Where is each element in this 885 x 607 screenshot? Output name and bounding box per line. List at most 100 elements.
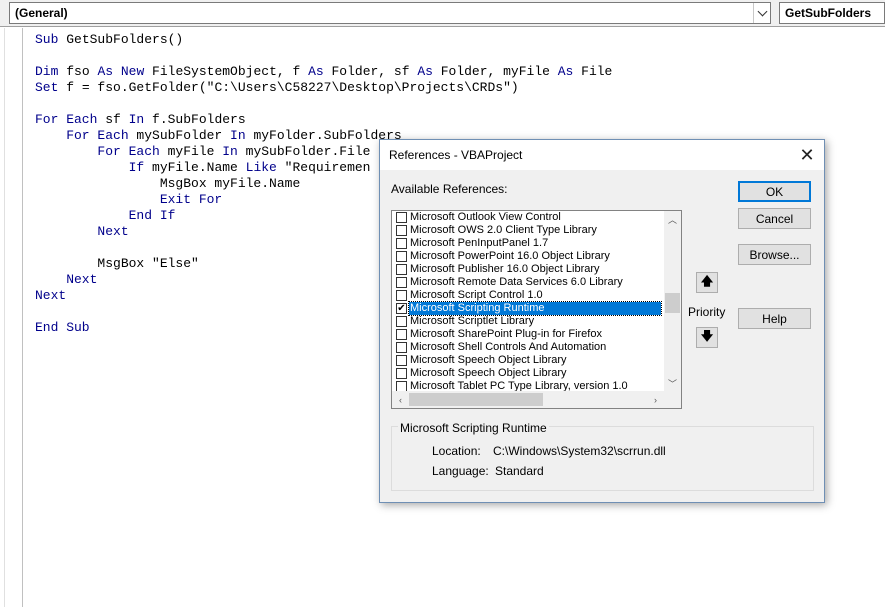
code-keyword: In bbox=[230, 128, 254, 143]
code-line[interactable]: Sub GetSubFolders() bbox=[35, 32, 612, 48]
priority-up-button[interactable]: 🡅 bbox=[696, 272, 718, 293]
reference-list-item[interactable]: Microsoft Publisher 16.0 Object Library bbox=[392, 263, 664, 276]
reference-checkbox[interactable] bbox=[396, 212, 407, 223]
reference-label: Microsoft PenInputPanel 1.7 bbox=[410, 237, 549, 249]
code-keyword: Exit For bbox=[35, 192, 223, 207]
cancel-button[interactable]: Cancel bbox=[738, 208, 811, 229]
code-line[interactable] bbox=[35, 96, 612, 112]
reference-list-item[interactable]: Microsoft SharePoint Plug-in for Firefox bbox=[392, 328, 664, 341]
close-icon[interactable]: ✕ bbox=[796, 144, 818, 166]
code-line[interactable]: Set f = fso.GetFolder("C:\Users\C58227\D… bbox=[35, 80, 612, 96]
reference-label: Microsoft Scriptlet Library bbox=[410, 315, 535, 327]
scroll-right-icon[interactable]: › bbox=[647, 391, 664, 408]
code-keyword: For Each bbox=[35, 112, 106, 127]
code-text: f.SubFolders bbox=[152, 112, 246, 127]
code-keyword: As bbox=[557, 64, 582, 79]
reference-label: Microsoft Shell Controls And Automation bbox=[410, 341, 607, 353]
code-text: myFile bbox=[167, 144, 223, 159]
code-text: Folder, sf bbox=[331, 64, 418, 79]
code-text: sf bbox=[105, 112, 129, 127]
reference-label: Microsoft PowerPoint 16.0 Object Library bbox=[410, 250, 610, 262]
reference-list-item[interactable]: Microsoft Script Control 1.0 bbox=[392, 289, 664, 302]
reference-checkbox[interactable] bbox=[396, 290, 407, 301]
reference-checkbox[interactable] bbox=[396, 264, 407, 275]
code-keyword: Dim bbox=[35, 64, 67, 79]
references-dialog: References - VBAProject ✕ Available Refe… bbox=[379, 139, 825, 503]
vertical-scroll-thumb[interactable] bbox=[665, 293, 680, 313]
code-line[interactable]: Dim fso As New FileSystemObject, f As Fo… bbox=[35, 64, 612, 80]
code-keyword: Next bbox=[35, 272, 98, 287]
references-list: Microsoft Outlook View Control Microsoft … bbox=[392, 211, 664, 392]
code-line[interactable]: For Each sf In f.SubFolders bbox=[35, 112, 612, 128]
reference-list-item[interactable]: Microsoft Shell Controls And Automation bbox=[392, 341, 664, 354]
code-text: mySubFolder bbox=[136, 128, 231, 143]
scroll-up-icon[interactable]: ︿ bbox=[664, 211, 681, 228]
object-combo[interactable]: (General) bbox=[9, 2, 771, 24]
code-keyword: End If bbox=[35, 208, 176, 223]
code-text: GetSubFolders() bbox=[66, 32, 184, 47]
reference-checkbox[interactable] bbox=[396, 277, 407, 288]
reference-list-item[interactable]: Microsoft Speech Object Library bbox=[392, 367, 664, 380]
reference-checkbox[interactable] bbox=[396, 342, 407, 353]
reference-checkbox[interactable] bbox=[396, 316, 407, 327]
reference-checkbox[interactable] bbox=[396, 355, 407, 366]
code-keyword: As bbox=[308, 64, 332, 79]
reference-checkbox[interactable] bbox=[396, 238, 407, 249]
reference-list-item[interactable]: Microsoft Remote Data Services 6.0 Libra… bbox=[392, 276, 664, 289]
ok-button[interactable]: OK bbox=[738, 181, 811, 202]
procedure-combo[interactable]: GetSubFolders bbox=[779, 2, 885, 24]
reference-list-item[interactable]: Microsoft Speech Object Library bbox=[392, 354, 664, 367]
reference-list-item[interactable]: Microsoft Outlook View Control bbox=[392, 211, 664, 224]
reference-checkbox[interactable] bbox=[396, 329, 407, 340]
scroll-left-icon[interactable]: ‹ bbox=[392, 391, 409, 408]
code-keyword: For Each bbox=[35, 144, 168, 159]
location-value: C:\Windows\System32\scrrun.dll bbox=[493, 444, 666, 458]
reference-checkbox[interactable] bbox=[396, 225, 407, 236]
browse-button[interactable]: Browse... bbox=[738, 244, 811, 265]
vertical-scrollbar[interactable]: ︿ ﹀ bbox=[664, 211, 681, 392]
reference-label: Microsoft Speech Object Library bbox=[410, 354, 567, 366]
priority-label: Priority bbox=[688, 305, 726, 319]
code-window-toolbar: (General) GetSubFolders bbox=[0, 0, 885, 27]
code-keyword: Sub bbox=[35, 32, 67, 47]
horizontal-scroll-thumb[interactable] bbox=[409, 393, 543, 406]
code-text: "Requiremen bbox=[284, 160, 371, 175]
gutter-divider bbox=[4, 28, 5, 607]
code-line[interactable] bbox=[35, 48, 612, 64]
code-text: fso bbox=[66, 64, 98, 79]
code-keyword: End Sub bbox=[35, 320, 90, 335]
dialog-titlebar: References - VBAProject ✕ bbox=[380, 140, 824, 170]
code-keyword: For Each bbox=[35, 128, 137, 143]
dialog-title: References - VBAProject bbox=[389, 148, 523, 162]
code-text: mySubFolder.File bbox=[245, 144, 371, 159]
scroll-down-icon[interactable]: ﹀ bbox=[664, 375, 681, 392]
reference-label: Microsoft Speech Object Library bbox=[410, 367, 567, 379]
code-keyword: Next bbox=[35, 224, 129, 239]
reference-checkbox[interactable] bbox=[396, 251, 407, 262]
code-text: MsgBox "Else" bbox=[35, 256, 199, 271]
reference-checkbox[interactable]: ✔ bbox=[396, 303, 407, 314]
reference-details-group bbox=[391, 426, 814, 491]
reference-list-item[interactable]: Microsoft OWS 2.0 Client Type Library bbox=[392, 224, 664, 237]
reference-list-item[interactable]: Microsoft PenInputPanel 1.7 bbox=[392, 237, 664, 250]
language-value: Standard bbox=[495, 464, 544, 478]
reference-label: Microsoft OWS 2.0 Client Type Library bbox=[410, 224, 597, 236]
reference-list-item[interactable]: Microsoft Scriptlet Library bbox=[392, 315, 664, 328]
reference-list-item[interactable]: Microsoft PowerPoint 16.0 Object Library bbox=[392, 250, 664, 263]
code-text: MsgBox myFile.Name bbox=[35, 176, 301, 191]
code-keyword: As New bbox=[97, 64, 153, 79]
reference-label: Microsoft Publisher 16.0 Object Library bbox=[410, 263, 600, 275]
references-listbox[interactable]: Microsoft Outlook View Control Microsoft … bbox=[391, 210, 682, 409]
code-text: Folder, myFile bbox=[440, 64, 558, 79]
help-button[interactable]: Help bbox=[738, 308, 811, 329]
reference-list-item[interactable]: ✔ Microsoft Scripting Runtime bbox=[392, 301, 664, 316]
chevron-down-icon[interactable] bbox=[753, 3, 770, 23]
checkmark-icon: ✔ bbox=[397, 303, 406, 314]
reference-label: Microsoft Scripting Runtime bbox=[408, 301, 662, 316]
horizontal-scrollbar[interactable]: ‹ › bbox=[392, 391, 681, 408]
arrow-down-icon: 🡇 bbox=[700, 329, 714, 343]
reference-checkbox[interactable] bbox=[396, 368, 407, 379]
procedure-combo-value: GetSubFolders bbox=[785, 6, 872, 20]
reference-label: Microsoft Script Control 1.0 bbox=[410, 289, 543, 301]
priority-down-button[interactable]: 🡇 bbox=[696, 327, 718, 348]
